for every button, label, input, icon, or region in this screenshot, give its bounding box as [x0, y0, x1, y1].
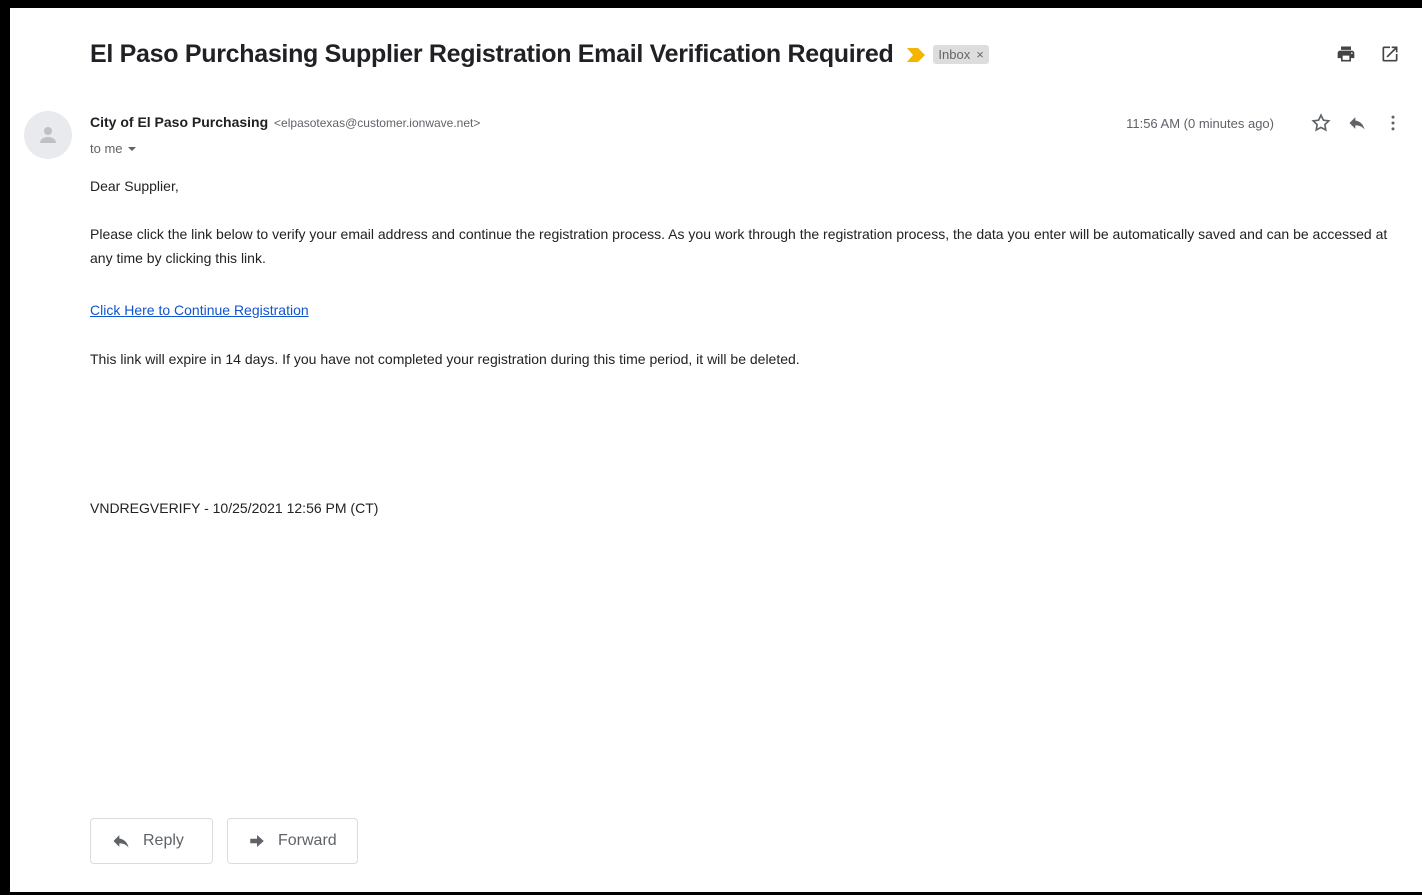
open-in-new-window-icon[interactable]: [1380, 44, 1400, 64]
greeting: Dear Supplier,: [90, 178, 179, 194]
person-avatar-icon: [40, 127, 56, 143]
inbox-label: Inbox ×: [933, 45, 989, 64]
top-actions: [1336, 44, 1400, 64]
forward-button[interactable]: Forward: [227, 818, 358, 864]
continue-registration-link[interactable]: Click Here to Continue Registration: [90, 302, 309, 318]
forward-icon: [250, 835, 264, 847]
forward-button-label: Forward: [278, 832, 337, 849]
email-view: El Paso Purchasing Supplier Registration…: [10, 8, 1422, 892]
registration-link-container: Click Here to Continue Registration: [90, 298, 309, 322]
sender-name[interactable]: City of El Paso Purchasing: [90, 114, 268, 130]
reply-icon[interactable]: [1346, 112, 1368, 134]
recipient-label: to me: [90, 141, 123, 156]
reply-button[interactable]: Reply: [90, 818, 213, 864]
reply-icon: [113, 835, 129, 848]
recipient-toggle[interactable]: to me: [90, 141, 137, 156]
message-timestamp: 11:56 AM (0 minutes ago): [1126, 115, 1274, 131]
expiry-notice: This link will expire in 14 days. If you…: [90, 351, 800, 367]
email-subject: El Paso Purchasing Supplier Registration…: [90, 40, 894, 68]
sender-avatar[interactable]: [24, 111, 72, 159]
sender-line: City of El Paso Purchasing <elpasotexas@…: [90, 114, 480, 130]
print-icon[interactable]: [1336, 44, 1356, 64]
importance-marker-icon[interactable]: [907, 47, 926, 62]
subject-row: El Paso Purchasing Supplier Registration…: [90, 40, 989, 69]
remove-label-button[interactable]: ×: [976, 47, 984, 62]
chevron-down-icon: [127, 146, 136, 151]
message-meta: 11:56 AM (0 minutes ago): [1126, 112, 1404, 134]
reply-button-label: Reply: [143, 832, 184, 849]
body-paragraph: Please click the link below to verify yo…: [90, 226, 1388, 266]
more-vertical-icon[interactable]: [1382, 112, 1404, 134]
star-icon[interactable]: [1310, 112, 1332, 134]
footer-code: VNDREGVERIFY - 10/25/2021 12:56 PM (CT): [90, 500, 379, 516]
sender-email: <elpasotexas@customer.ionwave.net>: [274, 116, 481, 130]
inbox-label-text: Inbox: [938, 47, 971, 62]
